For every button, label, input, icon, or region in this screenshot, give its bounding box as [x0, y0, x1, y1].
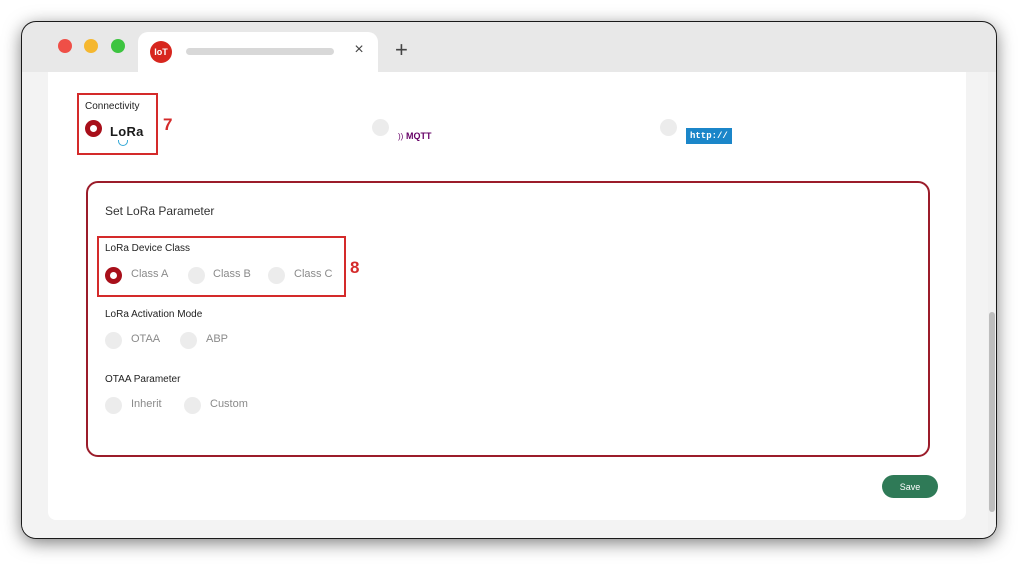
radio-http[interactable] — [660, 119, 677, 136]
save-button[interactable]: Save — [882, 475, 938, 498]
page-content: Connectivity 7 LoRa )) MQTT http:// Set … — [48, 72, 966, 520]
lora-parameter-panel: Set LoRa Parameter LoRa Device Class 8 C… — [86, 181, 930, 457]
activation-mode-label: LoRa Activation Mode — [105, 309, 203, 320]
otaa-label: OTAA — [131, 333, 161, 345]
radio-mqtt[interactable] — [372, 119, 389, 136]
class-c-label: Class C — [294, 268, 333, 280]
browser-window: IoT × + Connectivity 7 LoRa )) MQTT http… — [22, 22, 996, 538]
step-8-marker: 8 — [350, 258, 360, 277]
otaa-parameter-label: OTAA Parameter — [105, 374, 181, 385]
class-b-label: Class B — [213, 268, 251, 280]
iot-logo-icon: IoT — [150, 41, 172, 63]
scrollbar-thumb[interactable] — [989, 312, 995, 512]
device-class-label: LoRa Device Class — [105, 243, 191, 254]
radio-lora[interactable] — [85, 120, 102, 137]
tab-title-placeholder — [186, 48, 334, 55]
custom-label: Custom — [210, 398, 248, 410]
mqtt-logo: MQTT — [406, 131, 432, 141]
lora-parameter-title: Set LoRa Parameter — [105, 204, 215, 218]
new-tab-icon[interactable]: + — [395, 37, 408, 63]
mqtt-signal-icon: )) — [398, 132, 404, 141]
connectivity-label: Connectivity — [85, 101, 140, 112]
browser-tab[interactable]: IoT × — [138, 32, 378, 72]
radio-class-a[interactable] — [105, 267, 122, 284]
scrollbar-track[interactable] — [988, 72, 996, 538]
tab-close-icon[interactable]: × — [350, 41, 368, 59]
minimize-window-icon[interactable] — [84, 39, 98, 53]
radio-class-c[interactable] — [268, 267, 285, 284]
radio-otaa[interactable] — [105, 332, 122, 349]
maximize-window-icon[interactable] — [111, 39, 125, 53]
page-viewport: Connectivity 7 LoRa )) MQTT http:// Set … — [22, 72, 996, 538]
radio-inherit[interactable] — [105, 397, 122, 414]
radio-class-b[interactable] — [188, 267, 205, 284]
class-a-label: Class A — [131, 268, 169, 280]
inherit-label: Inherit — [131, 398, 162, 410]
abp-label: ABP — [206, 333, 229, 345]
lora-logo: LoRa — [110, 124, 144, 139]
radio-abp[interactable] — [180, 332, 197, 349]
step-7-marker: 7 — [163, 115, 173, 134]
http-logo: http:// — [686, 128, 732, 144]
close-window-icon[interactable] — [58, 39, 72, 53]
radio-custom[interactable] — [184, 397, 201, 414]
